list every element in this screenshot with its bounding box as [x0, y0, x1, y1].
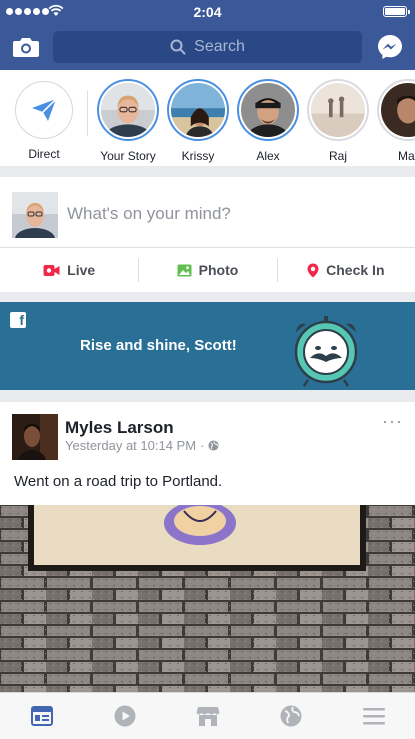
video-camera-icon [43, 264, 60, 276]
greeting-message: Rise and shine, Scott! [80, 337, 237, 354]
status-bar: 2:04 [0, 0, 415, 24]
live-label: Live [67, 262, 96, 278]
tab-news-feed[interactable] [0, 693, 83, 739]
post-photo[interactable] [0, 505, 415, 692]
avatar [311, 83, 365, 137]
story-direct[interactable]: Direct [13, 79, 75, 161]
composer: What's on your mind? Live Photo Check In [0, 177, 415, 292]
location-pin-icon [307, 263, 319, 277]
story-ring [167, 79, 229, 141]
story-label: Direct [28, 147, 60, 161]
story-label: Your Story [100, 149, 156, 163]
story-krissy[interactable]: Krissy [167, 79, 229, 163]
post-timestamp[interactable]: Yesterday at 10:14 PM [65, 438, 196, 453]
tab-menu[interactable] [332, 693, 415, 739]
hamburger-menu-icon [362, 708, 385, 725]
bottom-tab-bar [0, 692, 415, 739]
story-alex[interactable]: Alex [237, 79, 299, 163]
search-icon [170, 39, 186, 55]
stories-tray: Direct Your Story Krissy Alex Raj Ma [0, 70, 415, 166]
globe-icon [280, 705, 301, 727]
story-label: Mat [397, 149, 415, 163]
direct-button[interactable] [15, 81, 73, 139]
more-options-button[interactable]: ··· [382, 412, 403, 430]
live-button[interactable]: Live [0, 248, 138, 292]
composer-actions: Live Photo Check In [0, 248, 415, 292]
story-label: Alex [256, 149, 280, 163]
photo-label: Photo [198, 262, 239, 278]
camera-icon[interactable] [12, 34, 40, 60]
tab-marketplace[interactable] [166, 693, 249, 739]
search-placeholder: Search [194, 38, 245, 55]
avatar [171, 83, 225, 137]
send-icon [32, 98, 57, 121]
avatar[interactable] [12, 414, 58, 460]
story-ring [307, 79, 369, 141]
marketplace-icon [196, 707, 219, 726]
search-input[interactable]: Search [53, 31, 362, 63]
battery-icon [383, 6, 410, 17]
check-in-button[interactable]: Check In [276, 248, 415, 292]
tab-notifications[interactable] [249, 693, 332, 739]
story-your-story[interactable]: Your Story [97, 79, 159, 163]
post-meta: Yesterday at 10:14 PM · [65, 438, 219, 453]
story-ring [97, 79, 159, 141]
story-raj[interactable]: Raj [307, 79, 369, 163]
avatar [381, 83, 415, 137]
messenger-icon[interactable] [377, 34, 403, 60]
stories-divider [87, 90, 88, 136]
photo-button[interactable]: Photo [138, 248, 276, 292]
meta-separator: · [200, 438, 205, 453]
avatar [101, 83, 155, 137]
feed-post: Myles Larson Yesterday at 10:14 PM · ···… [0, 402, 415, 692]
globe-icon [208, 440, 219, 451]
alarm-clock-icon [294, 316, 358, 387]
avatar [241, 83, 295, 137]
story-label: Raj [328, 149, 347, 163]
facebook-logo-icon: f [10, 312, 26, 328]
play-icon [114, 705, 135, 727]
tab-watch[interactable] [83, 693, 166, 739]
avatar[interactable] [12, 192, 58, 238]
news-feed-icon [30, 706, 53, 726]
post-text: Went on a road trip to Portland. [14, 473, 223, 490]
story-label: Krissy [181, 149, 215, 163]
greeting-banner[interactable]: f Rise and shine, Scott! [0, 302, 415, 390]
top-navbar: Search [0, 24, 415, 70]
check-in-label: Check In [326, 262, 385, 278]
post-author[interactable]: Myles Larson [65, 418, 174, 438]
story-mat[interactable]: Mat [377, 79, 415, 163]
story-ring [377, 79, 415, 141]
status-time: 2:04 [193, 4, 222, 20]
status-input[interactable]: What's on your mind? [67, 204, 231, 224]
photo-icon [177, 264, 192, 276]
story-ring [237, 79, 299, 141]
